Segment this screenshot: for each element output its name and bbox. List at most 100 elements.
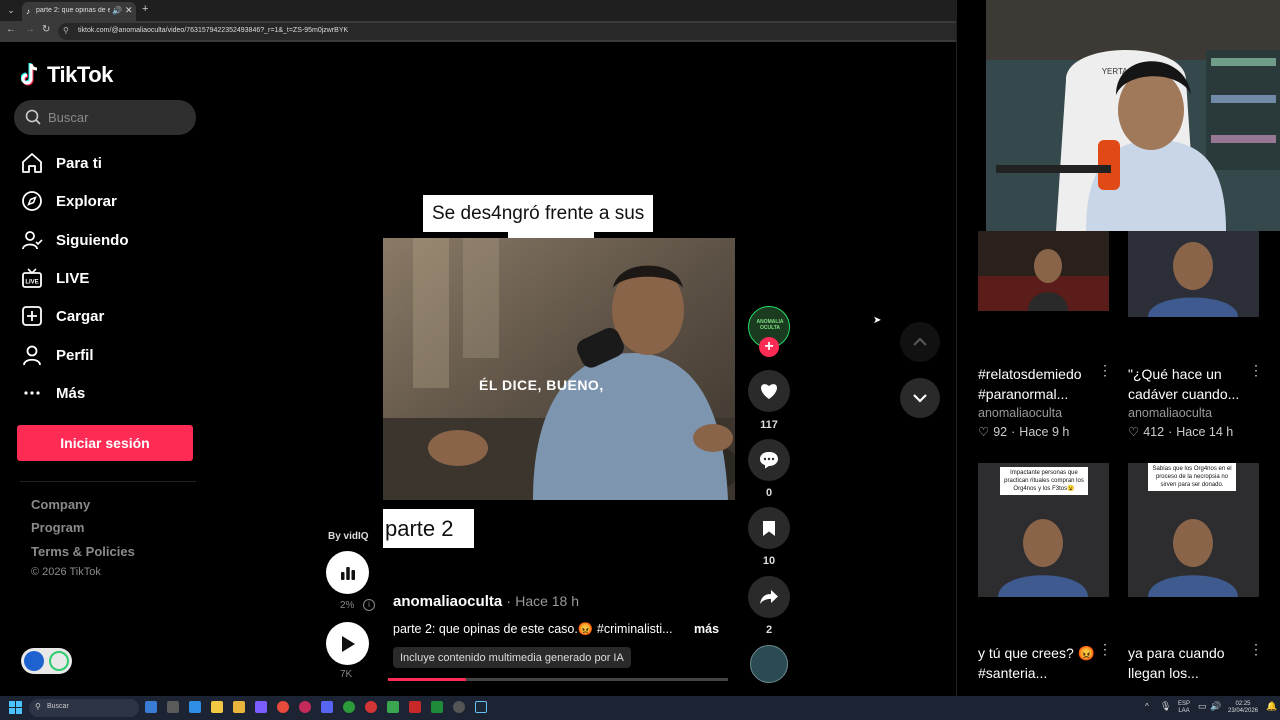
kebab-menu-icon[interactable]: ⋮: [1249, 641, 1263, 658]
xbox-icon[interactable]: [343, 701, 355, 713]
in-video-subtitle: ÉL DICE, BUENO,: [479, 377, 604, 393]
reload-icon[interactable]: ↻: [42, 24, 50, 35]
search-icon: [25, 109, 41, 125]
nav-label: Más: [56, 384, 86, 402]
previous-video-button[interactable]: [900, 322, 940, 362]
compass-icon: [20, 189, 44, 213]
post-time: Hace 18 h: [515, 593, 580, 609]
search-box[interactable]: [14, 100, 196, 135]
nav-item-para-ti[interactable]: Para ti: [20, 151, 200, 175]
browser-tab[interactable]: ♪ parte 2: que opinas de este 🔊 ✕: [22, 2, 136, 21]
chrome-icon[interactable]: [277, 701, 289, 713]
related-title-1[interactable]: #relatosdemiedo #paranormal...: [978, 364, 1098, 404]
like-count: 117: [760, 419, 778, 431]
file-explorer-icon[interactable]: [233, 701, 245, 713]
tab-search-button[interactable]: ⌄: [4, 4, 18, 17]
related-title-3[interactable]: y tú que crees? 😡 #santeria...: [978, 643, 1098, 683]
like-button[interactable]: [748, 370, 790, 412]
video-player[interactable]: ÉL DICE, BUENO,: [383, 238, 735, 500]
progress-fill: [388, 678, 467, 681]
windows-start-icon[interactable]: [9, 701, 22, 714]
related-time-1: Hace 9 h: [1019, 424, 1070, 439]
excel-icon[interactable]: [431, 701, 443, 713]
extension-widget[interactable]: [21, 648, 72, 674]
discord-icon[interactable]: [321, 701, 333, 713]
info-icon[interactable]: i: [363, 599, 375, 611]
kebab-menu-icon[interactable]: ⋮: [1098, 362, 1112, 379]
sidebar: TikTok Para ti Explorar Siguiendo LIVE L…: [0, 42, 210, 696]
nav-item-perfil[interactable]: Perfil: [20, 343, 200, 367]
app-icon[interactable]: [255, 701, 267, 713]
new-tab-button[interactable]: +: [142, 3, 148, 15]
video-progress-bar[interactable]: [388, 678, 728, 681]
nav-label: Para ti: [56, 154, 102, 172]
share-button[interactable]: [748, 576, 790, 618]
chevron-up-icon[interactable]: ^: [1145, 702, 1149, 711]
related-thumbnail-1[interactable]: [978, 231, 1109, 311]
related-author-1[interactable]: anomaliaoculta: [978, 406, 1062, 420]
related-title-4[interactable]: ya para cuando llegan los...: [1128, 643, 1248, 683]
login-button[interactable]: Iniciar sesión: [17, 425, 193, 461]
related-thumbnail-3[interactable]: Impactante personas que practican ritual…: [978, 463, 1109, 597]
site-info-icon[interactable]: ⚲: [63, 26, 69, 35]
home-icon: [20, 151, 44, 175]
url-text: tiktok.com/@anomaliaoculta/video/7631579…: [78, 27, 349, 34]
save-button[interactable]: [748, 507, 790, 549]
widgets-icon[interactable]: [167, 701, 179, 713]
kebab-menu-icon[interactable]: ⋮: [1098, 641, 1112, 658]
forward-icon[interactable]: →: [25, 24, 35, 35]
opera-icon[interactable]: [299, 701, 311, 713]
url-field[interactable]: ⚲ tiktok.com/@anomaliaoculta/video/76315…: [58, 23, 978, 40]
bar-chart-icon: [340, 566, 355, 580]
nav-item-mas[interactable]: Más: [20, 381, 200, 405]
speaker-icon[interactable]: 🔊: [112, 6, 122, 15]
webcam-overlay: YERTAGEAR: [986, 0, 1280, 231]
volume-icon[interactable]: 🔊: [1210, 701, 1221, 712]
clock[interactable]: 02:25 23/04/2026: [1224, 701, 1262, 715]
more-link[interactable]: más: [694, 622, 719, 636]
footer-link-program[interactable]: Program: [31, 520, 84, 535]
task-view-icon[interactable]: [145, 701, 157, 713]
share-count: 2: [765, 624, 773, 636]
related-thumbnail-2[interactable]: [1128, 231, 1259, 317]
avatar-label: ANOMALIA OCULTA: [756, 319, 784, 331]
related-title-2[interactable]: "¿Qué hace un cadáver cuando...: [1128, 364, 1248, 404]
obs-icon[interactable]: [453, 701, 465, 713]
sticky-notes-icon[interactable]: [211, 701, 223, 713]
related-time-2: Hace 14 h: [1176, 424, 1234, 439]
video-still: [383, 238, 735, 500]
related-author-2[interactable]: anomaliaoculta: [1128, 406, 1212, 420]
play-store-icon[interactable]: [387, 701, 399, 713]
separator-dot: ·: [1168, 424, 1173, 439]
related-thumbnail-4[interactable]: Sabías que los Org4nos en el proceso de …: [1128, 463, 1259, 597]
nav-item-cargar[interactable]: Cargar: [20, 304, 200, 328]
keyboard-language[interactable]: ESP LAA: [1176, 701, 1192, 715]
follow-plus-icon[interactable]: +: [759, 337, 779, 357]
kebab-menu-icon[interactable]: ⋮: [1249, 362, 1263, 379]
back-icon[interactable]: ←: [6, 24, 16, 35]
nav-item-explorar[interactable]: Explorar: [20, 189, 200, 213]
close-tab-icon[interactable]: ✕: [125, 5, 133, 16]
microphone-icon[interactable]: 🎙: [1160, 701, 1171, 712]
vidiq-stats-button[interactable]: [326, 551, 369, 594]
network-icon[interactable]: ▭: [1198, 701, 1207, 712]
edge-icon[interactable]: [189, 701, 201, 713]
nav-item-siguiendo[interactable]: Siguiendo: [20, 228, 200, 252]
tiktok-logo[interactable]: TikTok: [21, 62, 113, 88]
play-button[interactable]: [326, 622, 369, 665]
notification-icon[interactable]: 🔔: [1266, 701, 1277, 712]
music-disc[interactable]: [750, 645, 788, 683]
footer-link-terms[interactable]: Terms & Policies: [31, 544, 135, 559]
nav-item-live[interactable]: LIVE LIVE: [20, 266, 200, 290]
comment-button[interactable]: [748, 439, 790, 481]
taskbar-search[interactable]: ⚲ Buscar: [29, 699, 139, 717]
webcam-feed: YERTAGEAR: [986, 0, 1280, 231]
next-video-button[interactable]: [900, 378, 940, 418]
search-input[interactable]: [48, 107, 188, 127]
media-player-icon[interactable]: [365, 701, 377, 713]
chevron-up-icon: [913, 337, 927, 346]
author-name[interactable]: anomaliaoculta: [393, 593, 502, 610]
footer-link-company[interactable]: Company: [31, 497, 90, 512]
steam-icon[interactable]: [475, 701, 487, 713]
app-icon[interactable]: [409, 701, 421, 713]
